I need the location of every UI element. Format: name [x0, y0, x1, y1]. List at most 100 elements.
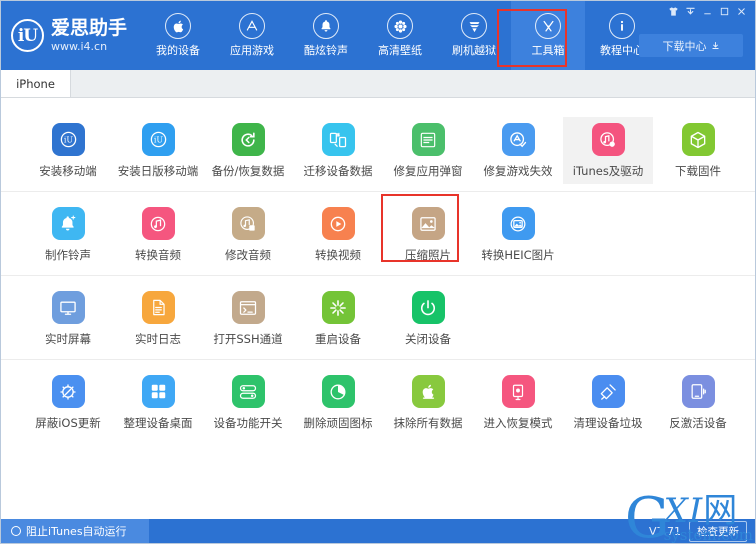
nav-item-flash-jailbreak[interactable]: 刷机越狱 [437, 1, 511, 70]
minimize-icon[interactable] [699, 4, 715, 19]
tool-label: 转换视频 [315, 248, 361, 262]
skin-icon[interactable] [665, 4, 681, 19]
status-right: V7.71 检查更新 [649, 519, 747, 543]
app-logo[interactable]: iU 爱思助手 www.i4.cn [1, 1, 141, 70]
tool-label: 实时屏幕 [45, 332, 91, 346]
row-padding [1, 369, 23, 436]
tool-block-ios-update[interactable]: 屏蔽iOS更新 [23, 369, 113, 436]
deactivate-device-icon [681, 375, 715, 408]
edit-audio-icon [231, 207, 265, 240]
nav-item-ringtones[interactable]: 酷炫铃声 [289, 1, 363, 70]
appleid-fix-icon [411, 123, 445, 156]
feature-toggle-icon [231, 375, 265, 408]
tool-label: 下载固件 [675, 164, 721, 178]
window-controls [665, 4, 749, 19]
block-itunes-toggle[interactable]: 阻止iTunes自动运行 [1, 519, 149, 543]
clean-junk-icon [591, 375, 625, 408]
tool-label: 修改音频 [225, 248, 271, 262]
tool-install-mobile[interactable]: iU 安装移动端 [23, 117, 113, 184]
tool-label: iTunes及驱动 [572, 164, 644, 178]
tool-label: 实时日志 [135, 332, 181, 346]
erase-all-data-icon [411, 375, 445, 408]
download-center-label: 下载中心 [662, 39, 707, 53]
nav-item-apps-games[interactable]: 应用游戏 [215, 1, 289, 70]
nav-item-toolbox[interactable]: 工具箱 [511, 1, 585, 70]
convert-heic-icon [501, 207, 535, 240]
tool-install-jp-mobile[interactable]: iU 安装日版移动端 [113, 117, 203, 184]
tool-label: 关闭设备 [405, 332, 451, 346]
tool-compress-photo[interactable]: 压缩照片 [383, 201, 473, 268]
bell-icon [313, 13, 339, 39]
itunes-driver-icon [591, 123, 625, 156]
device-tabbar: iPhone [1, 70, 755, 98]
nav-item-my-device[interactable]: 我的设备 [141, 1, 215, 70]
radio-icon [11, 526, 21, 536]
download-center-button[interactable]: 下载中心 [639, 34, 743, 57]
header-right-zone: 下载中心 [609, 1, 755, 70]
tool-live-screen[interactable]: 实时屏幕 [23, 285, 113, 352]
tool-fix-app-popup[interactable]: 修复应用弹窗 [383, 117, 473, 184]
tool-deactivate-device[interactable]: 反激活设备 [653, 369, 743, 436]
tool-itunes-driver[interactable]: iTunes及驱动 [563, 117, 653, 184]
tool-delete-stubborn-icon[interactable]: 删除顽固图标 [293, 369, 383, 436]
tool-reboot-device[interactable]: 重启设备 [293, 285, 383, 352]
tool-label: 抹除所有数据 [393, 416, 463, 430]
tool-backup-restore[interactable]: 备份/恢复数据 [203, 117, 293, 184]
tool-label: 设备功能开关 [213, 416, 283, 430]
reboot-device-icon [321, 291, 355, 324]
tab-iphone[interactable]: iPhone [1, 70, 71, 97]
block-ios-update-icon [51, 375, 85, 408]
check-update-button[interactable]: 检查更新 [689, 520, 747, 542]
tool-clean-junk[interactable]: 清理设备垃圾 [563, 369, 653, 436]
apple-icon [165, 13, 191, 39]
tool-open-ssh[interactable]: 打开SSH通道 [203, 285, 293, 352]
download-icon[interactable] [682, 4, 698, 19]
svg-text:iU: iU [153, 136, 163, 145]
tool-convert-audio[interactable]: 转换音频 [113, 201, 203, 268]
version-label: V7.71 [648, 524, 681, 538]
tool-recovery-mode[interactable]: 进入恢复模式 [473, 369, 563, 436]
convert-audio-icon [141, 207, 175, 240]
tool-label: 清理设备垃圾 [573, 416, 643, 430]
toolbox-grid: iU 安装移动端 iU 安装日版移动端 备份/恢复数据 迁移设备数据 修复应用弹… [1, 98, 755, 519]
logo-title: 爱思助手 [51, 17, 128, 39]
toolbox-row-3: 实时屏幕 实时日志 打开SSH通道 重启设备 关闭设备 [1, 276, 755, 360]
nav-label: 工具箱 [531, 44, 565, 57]
close-icon[interactable] [733, 4, 749, 19]
arrange-desktop-icon [141, 375, 175, 408]
compress-photo-icon [411, 207, 445, 240]
logo-text: 爱思助手 www.i4.cn [51, 17, 128, 53]
row-padding [1, 285, 23, 352]
tool-download-firmware[interactable]: 下载固件 [653, 117, 743, 184]
block-itunes-label: 阻止iTunes自动运行 [26, 525, 127, 538]
tool-label: 屏蔽iOS更新 [35, 416, 101, 430]
ssh-terminal-icon [231, 291, 265, 324]
convert-video-icon [321, 207, 355, 240]
nav-label: 我的设备 [156, 44, 200, 57]
tools-icon [535, 13, 561, 39]
tool-label: 进入恢复模式 [483, 416, 553, 430]
tool-live-log[interactable]: 实时日志 [113, 285, 203, 352]
tool-convert-heic[interactable]: 转换HEIC图片 [473, 201, 563, 268]
tool-power-off-device[interactable]: 关闭设备 [383, 285, 473, 352]
tool-label: 安装日版移动端 [117, 164, 199, 178]
tool-erase-all-data[interactable]: 抹除所有数据 [383, 369, 473, 436]
tool-make-ringtone[interactable]: 制作铃声 [23, 201, 113, 268]
i4-assistant-window: iU 爱思助手 www.i4.cn 我的设备 应用游戏 酷炫铃声 高清壁纸 刷机… [0, 0, 756, 544]
live-log-icon [141, 291, 175, 324]
toolbox-row-4: 屏蔽iOS更新 整理设备桌面 设备功能开关 删除顽固图标 抹除所有数据 进入恢复… [1, 360, 755, 443]
tool-convert-video[interactable]: 转换视频 [293, 201, 383, 268]
nav-item-wallpapers[interactable]: 高清壁纸 [363, 1, 437, 70]
backup-restore-icon [231, 123, 265, 156]
tool-feature-toggle[interactable]: 设备功能开关 [203, 369, 293, 436]
tool-label: 打开SSH通道 [213, 332, 283, 346]
tool-arrange-desktop[interactable]: 整理设备桌面 [113, 369, 203, 436]
tool-label: 修复应用弹窗 [393, 164, 463, 178]
app-header: iU 爱思助手 www.i4.cn 我的设备 应用游戏 酷炫铃声 高清壁纸 刷机… [1, 1, 755, 70]
tool-edit-audio[interactable]: 修改音频 [203, 201, 293, 268]
tool-label: 制作铃声 [45, 248, 91, 262]
tool-fix-game-failure[interactable]: 修复游戏失效 [473, 117, 563, 184]
nav-label: 刷机越狱 [452, 44, 496, 57]
tool-migrate-device[interactable]: 迁移设备数据 [293, 117, 383, 184]
maximize-icon[interactable] [716, 4, 732, 19]
